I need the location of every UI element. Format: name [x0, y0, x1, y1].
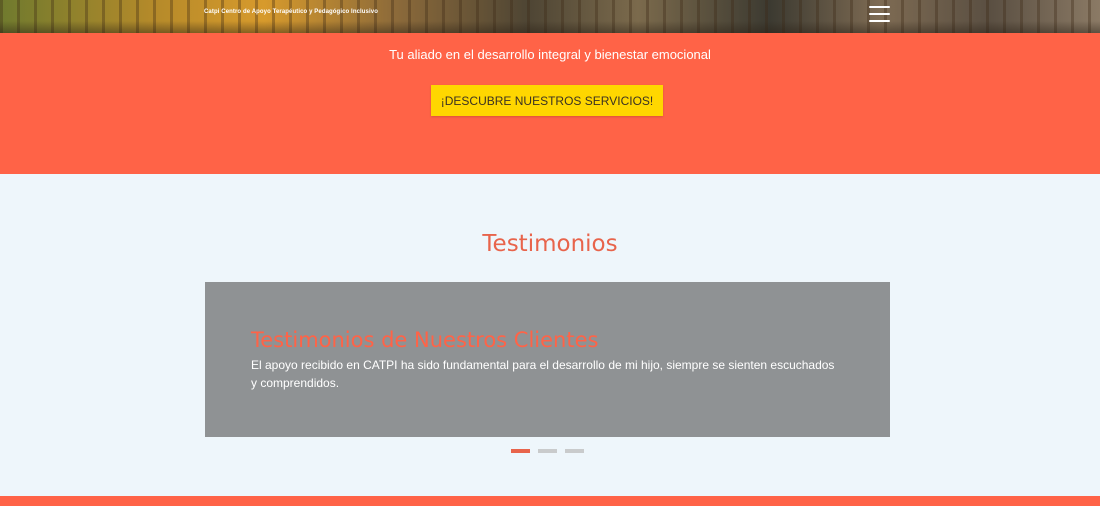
carousel-indicator-1[interactable] — [511, 449, 530, 453]
testimonials-section: Testimonios Testimonios de Nuestros Clie… — [0, 174, 1100, 496]
carousel-indicator-2[interactable] — [538, 449, 557, 453]
section-title: Testimonios — [482, 231, 618, 257]
hero-section: Tu aliado en el desarrollo integral y bi… — [0, 33, 1100, 174]
discover-services-button[interactable]: ¡DESCUBRE NUESTROS SERVICIOS! — [431, 85, 663, 116]
carousel-indicator-3[interactable] — [565, 449, 584, 453]
menu-line — [869, 20, 890, 22]
testimonial-slide: Testimonios de Nuestros Clientes El apoy… — [205, 282, 890, 437]
testimonial-text: El apoyo recibido en CATPI ha sido funda… — [251, 358, 835, 390]
hamburger-menu-icon[interactable] — [869, 4, 890, 24]
carousel-indicators — [511, 449, 584, 453]
brand-name[interactable]: Catpi Centro de Apoyo Terapéutico y Peda… — [204, 9, 378, 15]
header-banner: Catpi Centro de Apoyo Terapéutico y Peda… — [0, 0, 1100, 33]
menu-line — [869, 6, 890, 8]
hero-tagline: Tu aliado en el desarrollo integral y bi… — [389, 47, 711, 62]
testimonial-title: Testimonios de Nuestros Clientes — [251, 328, 599, 352]
footer-strip — [0, 496, 1100, 506]
menu-line — [869, 13, 890, 15]
